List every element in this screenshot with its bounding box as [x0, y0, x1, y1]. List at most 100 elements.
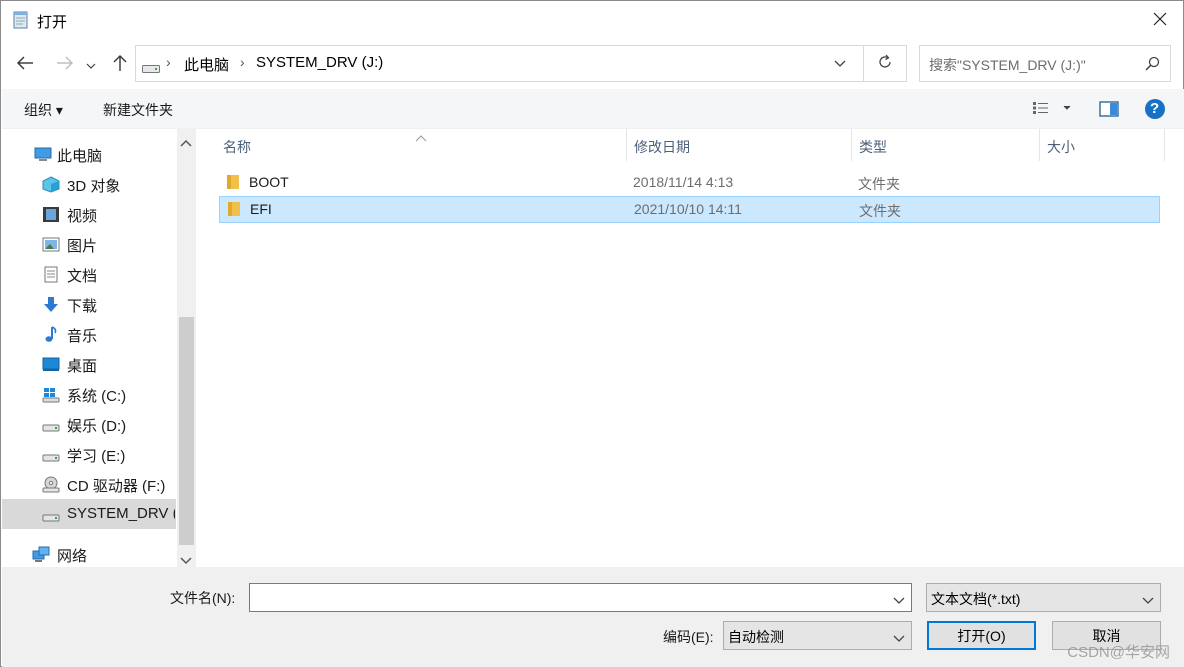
filename-input[interactable] — [250, 584, 880, 611]
column-divider[interactable] — [851, 129, 852, 161]
nav-label: 学习 (E:) — [67, 448, 126, 465]
notepad-icon — [12, 10, 30, 30]
network-icon — [32, 546, 50, 563]
watermark: CSDN@华安网 — [1067, 644, 1170, 661]
chevron-down-icon[interactable] — [893, 592, 905, 608]
nav-label: 3D 对象 — [67, 178, 121, 195]
chevron-down-icon — [893, 630, 905, 646]
column-divider[interactable] — [1039, 129, 1040, 161]
nav-item-pictures[interactable]: 图片 — [2, 229, 176, 259]
chevron-down-icon[interactable] — [832, 55, 848, 74]
dialog-footer: 文件名(N): 文本文档(*.txt) 编码(E): 自动检测 打开(O) 取消… — [2, 567, 1184, 667]
3d-objects-icon — [42, 176, 60, 193]
help-icon: ? — [1150, 100, 1160, 117]
pictures-icon — [42, 236, 60, 253]
nav-item-this-pc[interactable]: 此电脑 — [2, 139, 176, 169]
dialog-title: 打开 — [37, 14, 68, 31]
nav-item-desktop[interactable]: 桌面 — [2, 349, 176, 379]
back-button[interactable] — [11, 49, 39, 79]
breadcrumb-current-drive[interactable]: SYSTEM_DRV (J:) — [256, 54, 383, 71]
drive-icon — [142, 60, 160, 76]
scroll-down-icon[interactable] — [180, 552, 192, 568]
computer-icon — [34, 146, 52, 163]
breadcrumb-separator[interactable]: › — [240, 54, 245, 70]
back-arrow-icon — [16, 56, 34, 73]
nav-item-music[interactable]: 音乐 — [2, 319, 176, 349]
scrollbar-thumb[interactable] — [179, 317, 194, 545]
file-type: 文件夹 — [859, 203, 901, 219]
open-button[interactable]: 打开(O) — [927, 621, 1036, 650]
file-row-boot[interactable]: BOOT 2018/11/14 4:13 文件夹 — [219, 169, 1160, 196]
filetype-select[interactable]: 文本文档(*.txt) — [926, 583, 1161, 612]
open-file-dialog: 打开 › 此电脑 › SYSTEM_DRV (J:) 搜索"SYSTEM_DRV… — [0, 0, 1184, 667]
nav-item-cd-drive-f[interactable]: CD 驱动器 (F:) — [2, 469, 176, 499]
file-row-efi[interactable]: EFI 2021/10/10 14:11 文件夹 — [219, 196, 1160, 223]
title-bar: 打开 — [1, 1, 1183, 39]
nav-label: 下载 — [67, 298, 98, 315]
nav-label: SYSTEM_DRV (J:) — [67, 505, 175, 522]
nav-label: 音乐 — [67, 328, 98, 345]
search-icon[interactable] — [1145, 56, 1160, 74]
nav-item-drive-c[interactable]: 系统 (C:) — [2, 379, 176, 409]
column-header-size[interactable]: 大小 — [1047, 137, 1075, 157]
up-arrow-icon — [113, 54, 127, 75]
close-button[interactable] — [1137, 1, 1183, 39]
forward-arrow-icon — [56, 56, 74, 73]
nav-label: 桌面 — [67, 358, 98, 375]
drive-icon — [42, 416, 60, 433]
refresh-button[interactable] — [863, 45, 907, 82]
new-folder-button[interactable]: 新建文件夹 — [103, 100, 173, 120]
download-icon — [42, 296, 60, 313]
nav-item-system-drv-j[interactable]: SYSTEM_DRV (J:) — [2, 499, 176, 529]
refresh-icon — [877, 54, 893, 73]
file-list: 名称 修改日期 类型 大小 BOOT 2018/11/14 4:13 文件夹 E… — [197, 129, 1184, 567]
drive-icon — [42, 446, 60, 463]
nav-label: 系统 (C:) — [67, 388, 127, 405]
music-icon — [42, 326, 60, 343]
encoding-label: 编码(E): — [663, 629, 714, 645]
file-name: BOOT — [249, 174, 289, 190]
windows-drive-icon — [42, 386, 60, 403]
preview-pane-icon[interactable] — [1099, 101, 1119, 120]
nav-item-videos[interactable]: 视频 — [2, 199, 176, 229]
scroll-up-icon[interactable] — [180, 134, 192, 150]
nav-item-network[interactable]: 网络 — [2, 539, 176, 569]
nav-item-downloads[interactable]: 下载 — [2, 289, 176, 319]
filename-label: 文件名(N): — [170, 590, 236, 606]
nav-item-3d-objects[interactable]: 3D 对象 — [2, 169, 176, 199]
nav-label: 娱乐 (D:) — [67, 418, 127, 435]
cd-drive-icon — [42, 476, 60, 493]
column-divider[interactable] — [626, 129, 627, 161]
file-type: 文件夹 — [858, 176, 900, 192]
drive-icon — [42, 506, 60, 523]
help-button[interactable]: ? — [1144, 98, 1166, 123]
nav-scrollbar[interactable] — [177, 129, 196, 567]
forward-button[interactable] — [51, 49, 79, 79]
column-divider[interactable] — [1164, 129, 1165, 161]
column-header-type[interactable]: 类型 — [859, 137, 887, 157]
organize-button[interactable]: 组织 ▾ — [24, 100, 63, 120]
nav-label: 网络 — [57, 548, 88, 565]
command-toolbar: 组织 ▾ 新建文件夹 ? — [2, 89, 1184, 129]
filetype-value: 文本文档(*.txt) — [931, 591, 1021, 607]
nav-item-drive-d[interactable]: 娱乐 (D:) — [2, 409, 176, 439]
breadcrumb-separator[interactable]: › — [166, 54, 171, 70]
file-name: EFI — [250, 201, 272, 217]
column-header-date-modified[interactable]: 修改日期 — [634, 137, 690, 157]
close-icon — [1153, 12, 1167, 29]
chevron-down-icon — [86, 56, 96, 72]
breadcrumb-this-pc[interactable]: 此电脑 — [184, 54, 229, 75]
filename-field[interactable] — [249, 583, 912, 612]
video-icon — [42, 206, 60, 223]
search-input[interactable]: 搜索"SYSTEM_DRV (J:)" — [919, 45, 1171, 82]
nav-label: CD 驱动器 (F:) — [67, 478, 166, 495]
view-details-icon[interactable] — [1032, 101, 1076, 118]
encoding-select[interactable]: 自动检测 — [723, 621, 912, 650]
column-header-name[interactable]: 名称 — [223, 137, 251, 157]
recent-locations-button[interactable] — [81, 49, 101, 79]
address-bar[interactable]: › 此电脑 › SYSTEM_DRV (J:) — [135, 45, 864, 82]
up-button[interactable] — [106, 49, 134, 79]
nav-item-drive-e[interactable]: 学习 (E:) — [2, 439, 176, 469]
nav-label: 此电脑 — [57, 148, 103, 165]
nav-item-documents[interactable]: 文档 — [2, 259, 176, 289]
